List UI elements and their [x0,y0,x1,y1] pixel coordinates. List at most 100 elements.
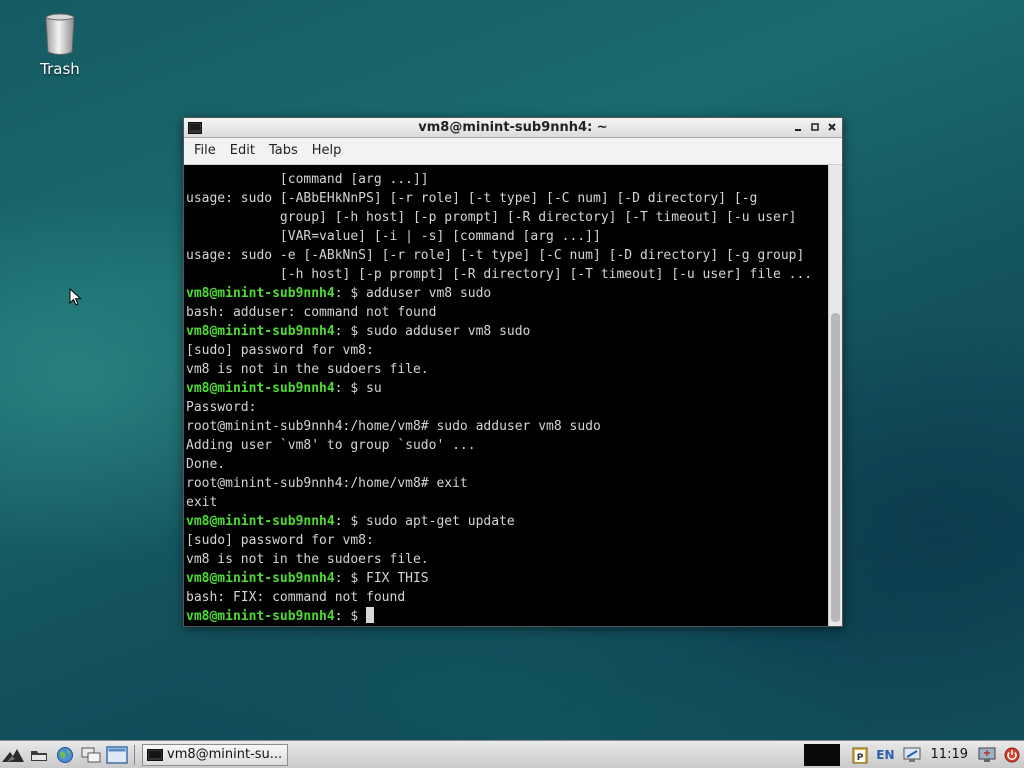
browser-button[interactable] [52,743,78,767]
terminal-line-text: root@minint-sub9nnh4:/home/vm8# exit [186,476,468,491]
terminal-line-text: : $ [334,609,367,624]
file-manager-icon [31,750,47,761]
start-menu-button[interactable] [0,743,26,767]
terminal-line-text: Done. [186,457,226,472]
terminal-line-text: root@minint-sub9nnh4:/home/vm8# sudo add… [186,419,601,434]
terminal-line: vm8@minint-sub9nnh4: $ [186,607,812,626]
terminal-line: bash: FIX: command not found [186,588,812,607]
keyboard-layout-button[interactable]: EN [876,748,894,762]
start-menu-icon [2,748,24,762]
maximize-button[interactable] [806,118,823,137]
menu-file[interactable]: File [187,138,223,164]
shell-prompt: vm8@minint-sub9nnh4 [186,514,335,529]
shell-prompt: vm8@minint-sub9nnh4 [186,609,335,624]
terminal-icon [188,121,202,140]
terminal-icon [147,748,163,761]
menu-edit[interactable]: Edit [223,138,262,164]
terminal-line: vm8@minint-sub9nnh4: $ su [186,379,812,398]
terminal-line-text: bash: FIX: command not found [186,590,406,605]
window-switch-icon [81,747,101,762]
power-button[interactable] [1004,747,1020,763]
terminal-line-text: [sudo] password for vm8: [186,533,374,548]
terminal-line: group] [-h host] [-p prompt] [-R directo… [186,208,812,227]
display-tray-button[interactable] [978,747,996,763]
terminal-line-text: vm8 is not in the sudoers file. [186,362,429,377]
shell-prompt: vm8@minint-sub9nnh4 [186,381,335,396]
terminal-line: vm8 is not in the sudoers file. [186,360,812,379]
menu-help[interactable]: Help [305,138,349,164]
terminal-line: [sudo] password for vm8: [186,531,812,550]
terminal-line-text: : $ adduser vm8 sudo [334,286,492,301]
terminal-line: root@minint-sub9nnh4:/home/vm8# exit [186,474,812,493]
terminal-line: vm8@minint-sub9nnh4: $ adduser vm8 sudo [186,284,812,303]
close-button[interactable] [823,118,840,137]
terminal-line: vm8@minint-sub9nnh4: $ sudo adduser vm8 … [186,322,812,341]
clipboard-icon: P [852,747,868,763]
system-tray: P EN 11:19 [804,741,1024,768]
terminal-line-text: bash: adduser: command not found [186,305,437,320]
svg-text:P: P [857,753,864,763]
show-desktop-icon [106,745,128,764]
terminal-line: exit [186,493,812,512]
terminal-line: vm8 is not in the sudoers file. [186,550,812,569]
taskbar: vm8@minint-su... P EN 11:19 [0,740,1024,768]
window-switch-button[interactable] [78,743,104,767]
terminal-line: Done. [186,455,812,474]
monitor-icon [978,747,996,762]
scrollbar-thumb[interactable] [831,313,840,622]
terminal-line: usage: sudo [-ABbEHkNnPS] [-r role] [-t … [186,189,812,208]
terminal-line: usage: sudo -e [-ABkNnS] [-r role] [-t t… [186,246,812,265]
menu-bar: File Edit Tabs Help [184,138,842,165]
desktop-icon-trash[interactable]: Trash [30,12,90,78]
terminal-line-text: usage: sudo [-ABbEHkNnPS] [-r role] [-t … [186,191,758,206]
shell-prompt: vm8@minint-sub9nnh4 [186,324,335,339]
mouse-pointer-icon [69,288,82,306]
minimize-button[interactable] [789,118,806,137]
terminal-text: [command [arg ...]] usage: sudo [-ABbEHkN… [186,170,812,626]
terminal-window[interactable]: vm8@minint-sub9nnh4: ~ File Edit Tabs He… [183,117,843,627]
terminal-line: [sudo] password for vm8: [186,341,812,360]
terminal-output[interactable]: [command [arg ...]] usage: sudo [-ABbEHkN… [184,165,829,626]
window-titlebar[interactable]: vm8@minint-sub9nnh4: ~ [184,118,842,138]
desktop-icon-label: Trash [40,60,80,78]
network-tray-button[interactable] [903,747,921,763]
terminal-line: vm8@minint-sub9nnh4: $ FIX THIS [186,569,812,588]
terminal-line-text: : $ su [334,381,382,396]
terminal-line: [command [arg ...]] [186,170,812,189]
show-desktop-button[interactable] [104,743,130,767]
file-manager-button[interactable] [26,743,52,767]
terminal-line-text: [VAR=value] [-i | -s] [command [arg ...]… [186,229,601,244]
task-button-label: vm8@minint-su... [167,747,283,762]
terminal-line-text: vm8 is not in the sudoers file. [186,552,429,567]
window-title: vm8@minint-sub9nnh4: ~ [418,120,608,135]
terminal-line: Adding user `vm8' to group `sudo' ... [186,436,812,455]
task-button-terminal[interactable]: vm8@minint-su... [142,743,288,766]
maximize-icon [810,123,819,131]
terminal-line: bash: adduser: command not found [186,303,812,322]
terminal-line: [VAR=value] [-i | -s] [command [arg ...]… [186,227,812,246]
tray-panel-area [804,743,841,766]
terminal-line-text: : $ sudo adduser vm8 sudo [334,324,531,339]
trash-icon [45,13,75,55]
terminal-line-text: : $ sudo apt-get update [334,514,515,529]
keyboard-layout-label: EN [876,747,895,762]
terminal-line-text: : $ FIX THIS [334,571,429,586]
terminal-scrollbar[interactable] [828,165,842,626]
network-icon [903,747,921,762]
clipboard-tray-button[interactable]: P [852,746,868,764]
terminal-line-text: [sudo] password for vm8: [186,343,374,358]
terminal-line-text: exit [186,495,218,510]
terminal-line: root@minint-sub9nnh4:/home/vm8# sudo add… [186,417,812,436]
terminal-line: [-h host] [-p prompt] [-R directory] [-T… [186,265,812,284]
taskbar-separator [130,743,138,767]
menu-tabs[interactable]: Tabs [262,138,305,164]
clock[interactable]: 11:19 [931,747,968,762]
shell-prompt: vm8@minint-sub9nnh4 [186,571,335,586]
terminal-line-text: [command [arg ...]] [186,172,429,187]
minimize-icon [794,129,801,131]
text-cursor [366,607,375,623]
terminal-line-text: Adding user `vm8' to group `sudo' ... [186,438,476,453]
terminal-line-text: group] [-h host] [-p prompt] [-R directo… [186,210,797,225]
terminal-line: vm8@minint-sub9nnh4: $ sudo apt-get upda… [186,512,812,531]
terminal-line: Password: [186,398,812,417]
